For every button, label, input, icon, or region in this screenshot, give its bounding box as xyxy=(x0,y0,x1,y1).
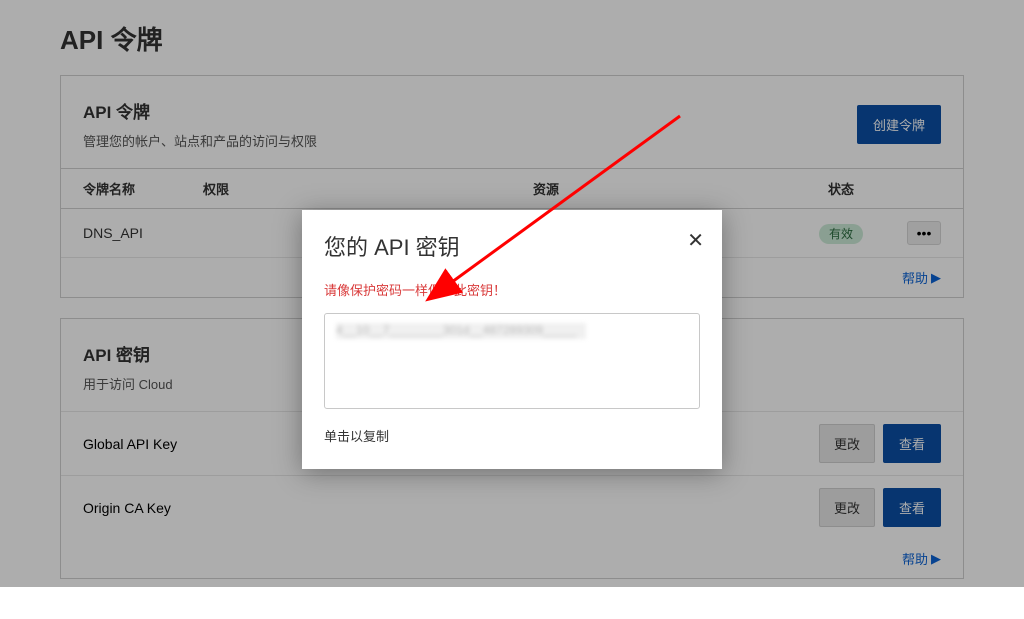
api-key-modal: 您的 API 密钥 ✕ 请像保护密码一样保护此密钥！ 4__10__7_____… xyxy=(302,210,722,469)
close-icon[interactable]: ✕ xyxy=(687,228,704,253)
modal-overlay[interactable]: 您的 API 密钥 ✕ 请像保护密码一样保护此密钥！ 4__10__7_____… xyxy=(0,0,1024,587)
modal-warning: 请像保护密码一样保护此密钥！ xyxy=(324,280,700,299)
modal-title: 您的 API 密钥 xyxy=(324,230,700,262)
masked-key-text: 4__10__7________301d__487289309_____ xyxy=(336,323,586,339)
copy-hint[interactable]: 单击以复制 xyxy=(324,426,700,445)
